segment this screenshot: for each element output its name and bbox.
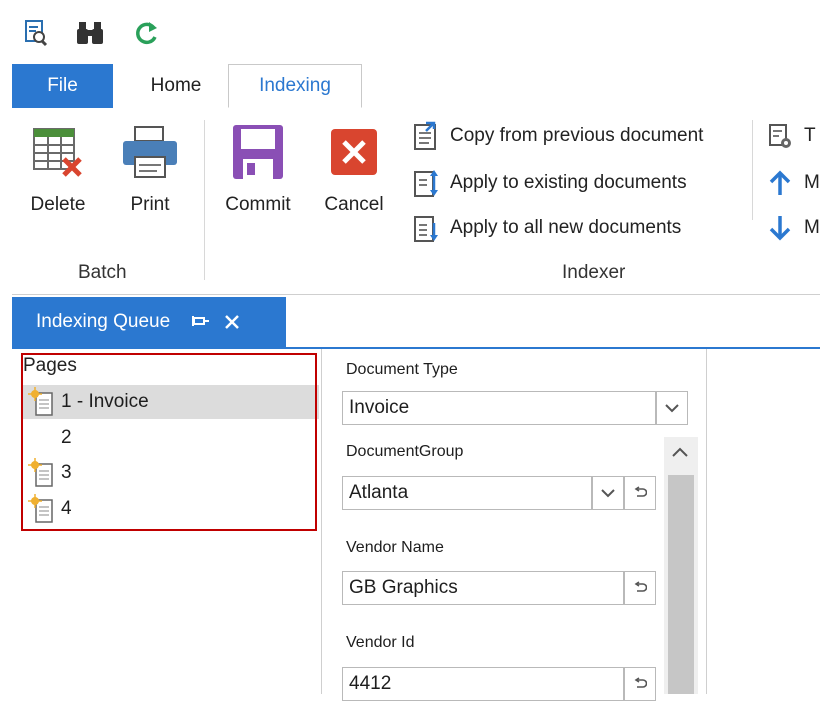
apply-new-button[interactable]: Apply to all new documents (410, 210, 681, 246)
vendor-name-value: GB Graphics (349, 577, 458, 598)
tab-home[interactable]: Home (130, 64, 222, 108)
apply-existing-button[interactable]: Apply to existing documents (410, 165, 687, 201)
chevron-down-icon[interactable] (592, 476, 624, 510)
quick-access-toolbar (0, 0, 820, 64)
delete-button[interactable]: Delete (18, 108, 98, 228)
settings-document-icon (764, 120, 796, 152)
arrow-up-icon (764, 167, 796, 199)
refresh-icon[interactable] (132, 18, 160, 48)
cancel-x-icon (324, 120, 384, 184)
scrollbar-thumb[interactable] (668, 475, 694, 694)
vendor-name-field[interactable]: GB Graphics (342, 571, 624, 605)
indexing-queue-content: Pages 1 - Invoice 2 3 4 Document Type In… (12, 349, 820, 701)
move-up-label: M (804, 172, 820, 193)
chevron-down-icon[interactable] (656, 391, 688, 425)
document-type-value: Invoice (349, 397, 410, 418)
cancel-label: Cancel (324, 194, 384, 215)
document-type-label: Document Type (346, 361, 458, 378)
apply-new-label: Apply to all new documents (450, 217, 682, 238)
vendor-id-value: 4412 (349, 673, 392, 694)
document-viewer-area (706, 349, 820, 694)
undo-icon[interactable] (624, 571, 656, 605)
apply-existing-icon (410, 167, 442, 199)
print-button[interactable]: Print (110, 108, 190, 228)
close-icon[interactable] (224, 314, 240, 330)
panel-tab-bar: Indexing Queue (12, 297, 820, 349)
undo-icon[interactable] (624, 476, 656, 510)
copy-document-icon (410, 120, 442, 152)
move-down-label: M (804, 217, 820, 238)
overflow-t-label: T (804, 125, 816, 146)
delete-table-icon (28, 120, 88, 184)
printer-icon (120, 120, 180, 184)
save-icon (228, 120, 288, 184)
tab-file[interactable]: File (12, 64, 113, 108)
indexing-queue-label: Indexing Queue (36, 311, 171, 332)
copy-from-previous-label: Copy from previous document (450, 125, 704, 146)
overflow-t-button[interactable]: T (764, 118, 820, 154)
apply-existing-label: Apply to existing documents (450, 172, 687, 193)
document-group-select[interactable]: Atlanta (342, 476, 592, 510)
group-separator (204, 120, 205, 280)
ribbon-body: Delete Print Batch Commit Cancel Copy fr… (12, 108, 820, 295)
ribbon-separator (752, 120, 753, 220)
pages-panel: Pages 1 - Invoice 2 3 4 (15, 349, 322, 694)
arrow-down-icon (764, 212, 796, 244)
move-up-button[interactable]: M (764, 165, 820, 201)
print-label: Print (130, 194, 170, 215)
apply-new-icon (410, 212, 442, 244)
indexer-group-label: Indexer (562, 262, 626, 283)
commit-button[interactable]: Commit (218, 108, 298, 228)
document-group-label: DocumentGroup (346, 443, 464, 460)
commit-label: Commit (225, 194, 291, 215)
binoculars-icon[interactable] (76, 18, 104, 48)
undo-icon[interactable] (624, 667, 656, 701)
document-group-value: Atlanta (349, 482, 409, 503)
chevron-up-icon[interactable] (670, 445, 690, 464)
tab-indexing[interactable]: Indexing (228, 64, 362, 108)
pin-icon[interactable] (192, 314, 210, 330)
pages-highlight-outline (21, 353, 317, 531)
cancel-button[interactable]: Cancel (314, 108, 394, 228)
move-down-button[interactable]: M (764, 210, 820, 246)
delete-label: Delete (30, 194, 86, 215)
vendor-name-label: Vendor Name (346, 539, 444, 556)
document-type-select[interactable]: Invoice (342, 391, 656, 425)
tab-indexing-queue[interactable]: Indexing Queue (12, 297, 286, 347)
ribbon-tab-bar: File Home Indexing (12, 64, 820, 109)
copy-from-previous-button[interactable]: Copy from previous document (410, 118, 703, 154)
vendor-id-field[interactable]: 4412 (342, 667, 624, 701)
search-document-icon[interactable] (22, 18, 50, 48)
batch-group-label: Batch (78, 262, 127, 283)
vendor-id-label: Vendor Id (346, 634, 415, 651)
